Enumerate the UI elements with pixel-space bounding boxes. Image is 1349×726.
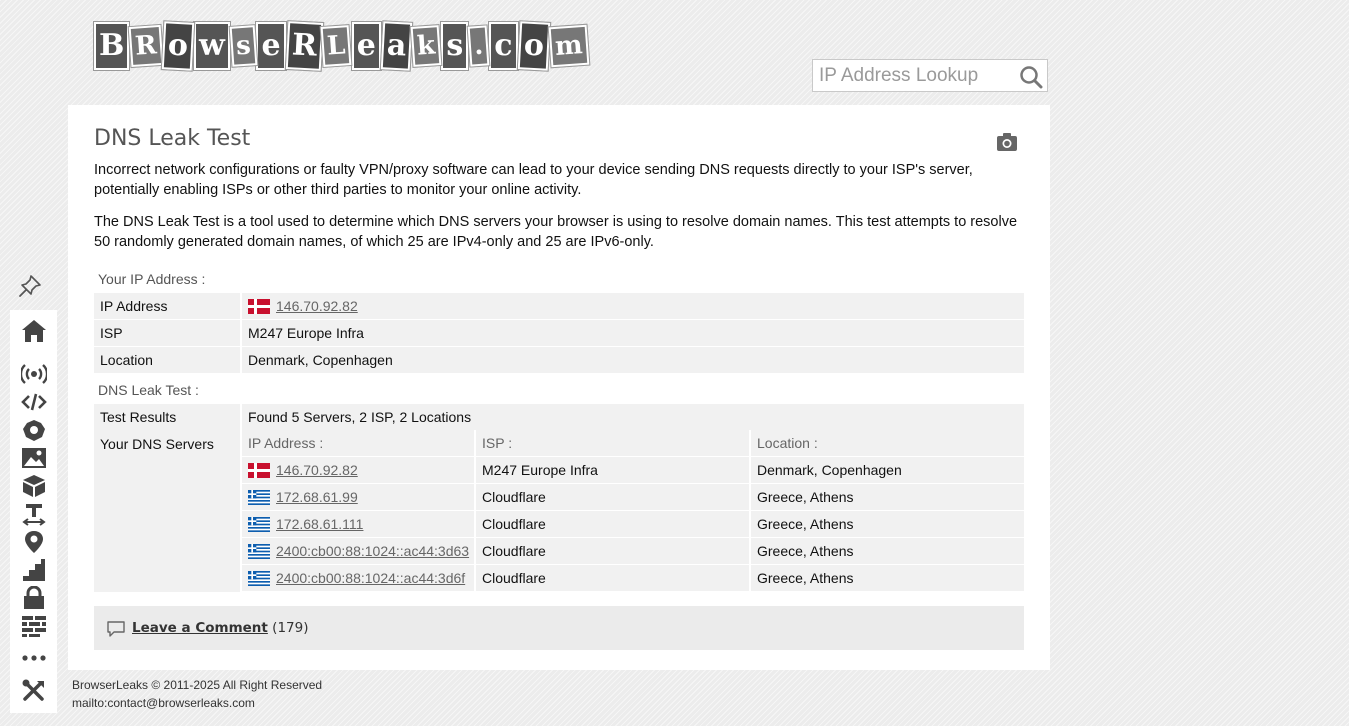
column-header: ISP : [476, 430, 749, 456]
comment-count: (179) [272, 620, 309, 636]
table-row: Location Denmark, Copenhagen [94, 347, 1024, 373]
ip-lookup-search [812, 59, 1048, 92]
dns-ip-cell: 146.70.92.82 [242, 457, 474, 483]
column-header: Location : [751, 430, 1024, 456]
logo-letter: e [351, 22, 381, 70]
dns-isp-cell: M247 Europe Infra [476, 457, 749, 483]
dns-ip-cell: 2400:cb00:88:1024::ac44:3d63 [242, 538, 474, 564]
table-row: 2400:cb00:88:1024::ac44:3d6f Cloudflare … [242, 565, 1024, 591]
text-size-icon[interactable] [21, 502, 47, 526]
logo-letter: B [94, 22, 130, 70]
table-row: 146.70.92.82 M247 Europe Infra Denmark, … [242, 457, 1024, 483]
dns-servers-label: Your DNS Servers [94, 430, 240, 592]
table-row: 172.68.61.111 Cloudflare Greece, Athens [242, 511, 1024, 537]
dns-ip-link[interactable]: 146.70.92.82 [276, 462, 358, 478]
page-title: DNS Leak Test [94, 126, 251, 151]
logo-letter: L [321, 25, 353, 67]
dns-ip-cell: 172.68.61.99 [242, 484, 474, 510]
leave-comment-link[interactable]: Leave a Comment [132, 620, 268, 636]
dns-isp-cell: Cloudflare [476, 538, 749, 564]
dns-ip-cell: 2400:cb00:88:1024::ac44:3d6f [242, 565, 474, 591]
main-content: DNS Leak Test Incorrect network configur… [68, 105, 1050, 670]
row-label: Test Results [94, 404, 240, 430]
lock-icon[interactable] [21, 586, 47, 610]
logo-letter: s [441, 22, 469, 70]
dns-location-cell: Greece, Athens [751, 511, 1024, 537]
row-value: 146.70.92.82 [242, 293, 1024, 319]
column-header: IP Address : [242, 430, 474, 456]
sidebar-nav [10, 310, 57, 713]
logo-letter: k [410, 25, 442, 67]
table-row: 172.68.61.99 Cloudflare Greece, Athens [242, 484, 1024, 510]
intro-paragraph: Incorrect network configurations or faul… [94, 162, 973, 198]
camera-icon[interactable] [996, 132, 1018, 152]
logo-letter: o [161, 21, 195, 71]
dns-location-cell: Greece, Athens [751, 565, 1024, 591]
pin-icon[interactable] [17, 273, 43, 299]
logo-letter: o [517, 21, 550, 71]
row-label: ISP [94, 320, 240, 346]
location-icon[interactable] [21, 530, 47, 554]
logo-letter: s [229, 25, 257, 67]
greece-flag-icon [248, 490, 270, 505]
box-icon[interactable] [21, 474, 47, 498]
home-icon[interactable] [21, 319, 47, 343]
dns-ip-link[interactable]: 2400:cb00:88:1024::ac44:3d63 [276, 543, 469, 559]
footer-copyright: BrowserLeaks © 2011-2025 All Right Reser… [72, 678, 323, 692]
description-paragraph: The DNS Leak Test is a tool used to dete… [94, 214, 1018, 250]
logo-letter: e [256, 22, 286, 70]
dns-location-cell: Denmark, Copenhagen [751, 457, 1024, 483]
webgl-icon[interactable] [21, 418, 47, 442]
code-icon[interactable] [21, 390, 47, 414]
row-value: Denmark, Copenhagen [242, 347, 1024, 373]
table-row: IP Address 146.70.92.82 [94, 293, 1024, 319]
broadcast-icon[interactable] [21, 362, 47, 386]
dns-ip-link[interactable]: 172.68.61.111 [276, 516, 363, 532]
dns-isp-cell: Cloudflare [476, 565, 749, 591]
dns-ip-cell: 172.68.61.111 [242, 511, 474, 537]
section-heading-ip: Your IP Address : [98, 271, 206, 287]
denmark-flag-icon [248, 463, 270, 478]
dns-ip-link[interactable]: 172.68.61.99 [276, 489, 358, 505]
dns-ip-link[interactable]: 2400:cb00:88:1024::ac44:3d6f [276, 570, 465, 586]
more-icon[interactable] [21, 646, 47, 670]
logo-letter: . [467, 25, 490, 67]
row-value: Found 5 Servers, 2 ISP, 2 Locations [242, 404, 1024, 430]
dns-location-cell: Greece, Athens [751, 484, 1024, 510]
comment-text: Leave a Comment (179) [132, 620, 308, 636]
comments-bar: Leave a Comment (179) [94, 606, 1024, 650]
denmark-flag-icon [248, 299, 270, 314]
logo-letter: a [380, 21, 413, 71]
row-value: M247 Europe Infra [242, 320, 1024, 346]
ip-address-link[interactable]: 146.70.92.82 [276, 298, 358, 314]
search-icon[interactable] [1019, 65, 1043, 89]
logo-letter: R [285, 21, 323, 71]
stairs-icon[interactable] [21, 558, 47, 582]
table-row: ISP M247 Europe Infra [94, 320, 1024, 346]
comment-icon [107, 621, 125, 637]
dns-isp-cell: Cloudflare [476, 484, 749, 510]
table-header-row: IP Address : ISP : Location : [242, 430, 1024, 456]
tools-icon[interactable] [21, 678, 47, 702]
image-icon[interactable] [21, 446, 47, 470]
greece-flag-icon [248, 571, 270, 586]
table-row: 2400:cb00:88:1024::ac44:3d63 Cloudflare … [242, 538, 1024, 564]
table-row: Test Results Found 5 Servers, 2 ISP, 2 L… [94, 404, 1024, 430]
logo-letter: c [489, 22, 518, 70]
row-label: Location [94, 347, 240, 373]
row-label: IP Address [94, 293, 240, 319]
dns-location-cell: Greece, Athens [751, 538, 1024, 564]
dns-isp-cell: Cloudflare [476, 511, 749, 537]
logo-letter: R [129, 24, 164, 68]
greece-flag-icon [248, 517, 270, 532]
wall-icon[interactable] [21, 614, 47, 638]
section-heading-dns: DNS Leak Test : [98, 382, 199, 398]
ip-lookup-input[interactable] [813, 60, 1014, 91]
logo-letter: w [193, 22, 230, 70]
footer-contact-link[interactable]: mailto:contact@browserleaks.com [72, 696, 255, 710]
greece-flag-icon [248, 544, 270, 559]
site-logo[interactable]: B R o w s e R L e a k s . c o m [94, 21, 589, 71]
logo-letter: m [548, 24, 589, 68]
